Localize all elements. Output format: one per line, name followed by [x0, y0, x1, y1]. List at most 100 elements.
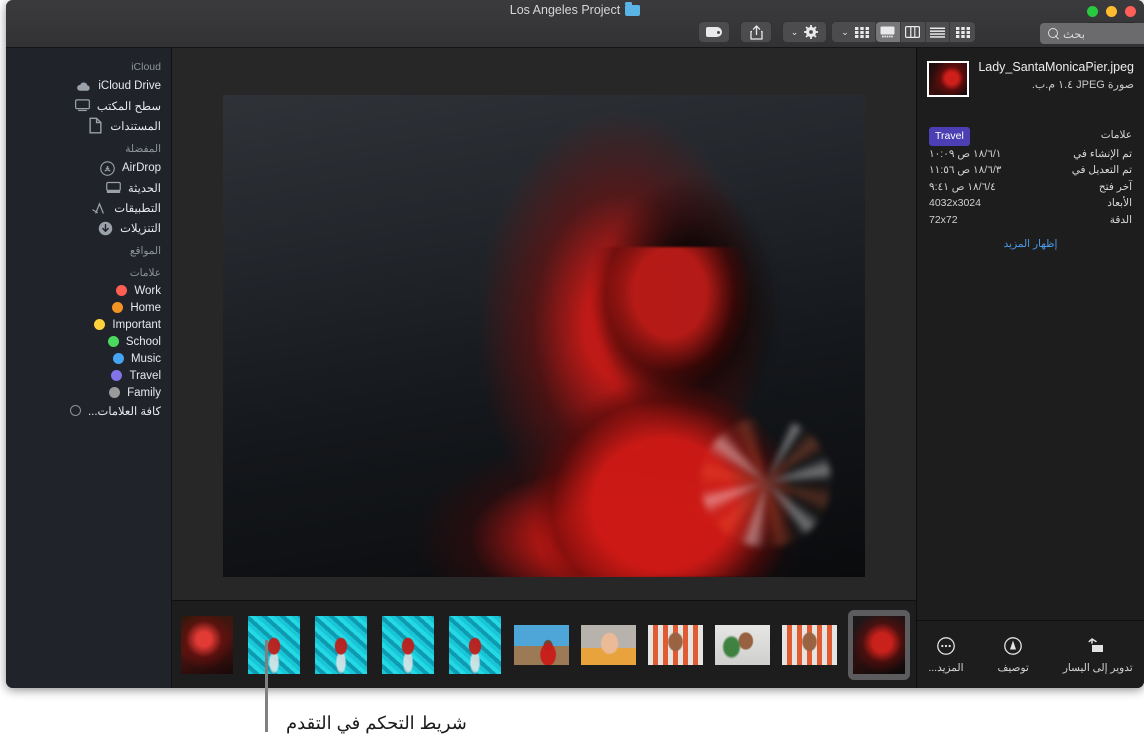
- sidebar-item-label: Work: [134, 285, 161, 297]
- sidebar-item-label: Family: [127, 387, 161, 399]
- minimize-button[interactable]: [1106, 6, 1117, 17]
- tag-badge[interactable]: Travel: [929, 127, 970, 146]
- metadata-value: ١٨/٦/٣ ص ١١:٥٦: [929, 162, 1001, 179]
- rotate-left-action[interactable]: تدوير إلى اليسار: [1063, 636, 1133, 674]
- close-button[interactable]: [1125, 6, 1136, 17]
- applications-icon: [92, 201, 107, 216]
- window-title: Los Angeles Project: [6, 3, 1144, 17]
- metadata-key: علامات: [1101, 127, 1132, 146]
- toolbar: ⌄ ⌄: [6, 21, 1144, 45]
- sidebar-item-work[interactable]: Work: [6, 282, 171, 299]
- tag-color-dot: [112, 302, 123, 313]
- markup-action[interactable]: توصيف: [998, 636, 1029, 674]
- thumbnail-pool-3[interactable]: [379, 613, 436, 677]
- icon-view-button[interactable]: [950, 22, 975, 42]
- filmstrip[interactable]: [172, 600, 916, 688]
- action-menu-button[interactable]: ⌄: [782, 21, 827, 43]
- sidebar-sections: iCloudiCloud Drive سطح المكتب المستنداتالم…: [6, 48, 171, 420]
- sidebar-item-label: Home: [130, 302, 161, 314]
- tag-color-dot: [109, 387, 120, 398]
- sidebar-item-family[interactable]: Family: [6, 384, 171, 401]
- sidebar-item-icloud-drive[interactable]: iCloud Drive: [6, 76, 171, 96]
- tag-color-dot: [70, 405, 81, 416]
- share-button[interactable]: [740, 21, 772, 43]
- sidebar-item-rtl-3-7[interactable]: كافة العلامات...: [6, 401, 171, 420]
- thumbnail-red-portrait-partial[interactable]: [178, 613, 235, 677]
- sidebar-item-travel[interactable]: Travel: [6, 367, 171, 384]
- metadata-key: تم التعديل في: [1072, 162, 1132, 179]
- column-view-button[interactable]: [901, 22, 926, 42]
- metadata-value: 4032x3024: [929, 195, 981, 212]
- sidebar-item-home[interactable]: Home: [6, 299, 171, 316]
- sidebar-item-label: Travel: [129, 370, 161, 382]
- metadata-row: تم التعديل في ١٨/٦/٣ ص ١١:٥٦: [929, 162, 1132, 179]
- thumbnail-pool-1[interactable]: [245, 613, 302, 677]
- sidebar-item-important[interactable]: Important: [6, 316, 171, 333]
- sidebar-item-label: التنزيلات: [120, 221, 161, 235]
- sidebar-item-rtl-1-3[interactable]: التنزيلات: [6, 218, 171, 238]
- thumbnail-lady-red-light[interactable]: [848, 610, 910, 680]
- metadata-row: آخر فتح١٨/٦/٤ ص ٩:٤١: [929, 179, 1132, 196]
- metadata-value: 72x72: [929, 212, 958, 229]
- metadata-key: تم الإنشاء في: [1073, 146, 1132, 163]
- share-icon: [750, 25, 763, 40]
- file-name: Lady_SantaMonicaPier.jpeg: [978, 60, 1134, 75]
- gear-icon: [804, 25, 818, 39]
- sidebar-item-airdrop[interactable]: AirDrop: [6, 158, 171, 178]
- sidebar-section-header: المفضلة: [6, 136, 171, 158]
- markup-icon: [1003, 636, 1023, 656]
- tag-color-dot: [94, 319, 105, 330]
- sidebar-item-label: Important: [112, 319, 161, 331]
- maximize-button[interactable]: [1087, 6, 1098, 17]
- quick-actions-bar: تدوير إلى اليسار توصيف: [917, 620, 1144, 688]
- more-action[interactable]: المزيد...: [928, 636, 963, 674]
- thumbnail-image: [648, 625, 703, 665]
- cloud-icon: [76, 79, 91, 94]
- callout-label: شريط التحكم في التقدم: [286, 713, 467, 734]
- icons-grid-icon: [956, 27, 970, 38]
- info-panel: Lady_SantaMonicaPier.jpeg صورة JPEG ١.٤ …: [916, 48, 1144, 688]
- gallery-view-button[interactable]: [876, 22, 901, 42]
- finder-window: Los Angeles Project ‹ › بحث: [6, 0, 1144, 688]
- tag-icon: [706, 27, 722, 37]
- group-by-button[interactable]: ⌄: [831, 21, 879, 43]
- thumbnail-pool-4[interactable]: [446, 613, 503, 677]
- sidebar-section-header: iCloud: [6, 54, 171, 76]
- metadata-key: آخر فتح: [1099, 179, 1132, 196]
- file-header: Lady_SantaMonicaPier.jpeg صورة JPEG ١.٤ …: [917, 48, 1144, 97]
- thumbnail-man-stripes-2[interactable]: [781, 613, 838, 677]
- thumbnail-image: [248, 616, 300, 674]
- thumbnail-smiling-woman[interactable]: [580, 613, 637, 677]
- sidebar-item-label: سطح المكتب: [97, 99, 161, 113]
- rotate-left-icon: [1088, 636, 1108, 656]
- sidebar-item-school[interactable]: School: [6, 333, 171, 350]
- sidebar-item-rtl-0-2[interactable]: المستندات: [6, 116, 171, 136]
- sidebar-item-rtl-1-1[interactable]: الحديثة: [6, 178, 171, 198]
- screenshot-root: Los Angeles Project ‹ › بحث: [0, 0, 1144, 753]
- more-ellipsis-icon: [936, 636, 956, 656]
- list-view-button[interactable]: [926, 22, 951, 42]
- traffic-lights: [1087, 6, 1136, 17]
- thumbnail-man-plant[interactable]: [714, 613, 771, 677]
- main-photo-preview[interactable]: [223, 95, 865, 577]
- callout-leader-line: [265, 640, 268, 732]
- list-icon: [930, 27, 945, 38]
- metadata-row: تم الإنشاء في١٨/٦/١ ص ١٠:٠٩: [929, 146, 1132, 163]
- thumbnail-image: [782, 625, 837, 665]
- thumbnail-beach-portrait[interactable]: [513, 613, 570, 677]
- sidebar-item-music[interactable]: Music: [6, 350, 171, 367]
- sidebar-item-rtl-0-1[interactable]: سطح المكتب: [6, 96, 171, 116]
- photo-detail-bokeh-star: [701, 417, 831, 547]
- tag-button[interactable]: [698, 21, 730, 43]
- show-more-link[interactable]: إظهار المزيد: [929, 238, 1132, 250]
- tag-color-dot: [111, 370, 122, 381]
- thumbnail-man-stripes-1[interactable]: [647, 613, 704, 677]
- thumbnail-image: [315, 616, 367, 674]
- sidebar-item-rtl-1-2[interactable]: التطبيقات: [6, 198, 171, 218]
- airdrop-icon: [100, 161, 115, 176]
- more-label: المزيد...: [928, 662, 963, 674]
- thumbnail-pool-2[interactable]: [312, 613, 369, 677]
- tag-color-dot: [108, 336, 119, 347]
- window-title-label: Los Angeles Project: [510, 3, 621, 17]
- metadata-row: علامات Travel: [929, 127, 1132, 146]
